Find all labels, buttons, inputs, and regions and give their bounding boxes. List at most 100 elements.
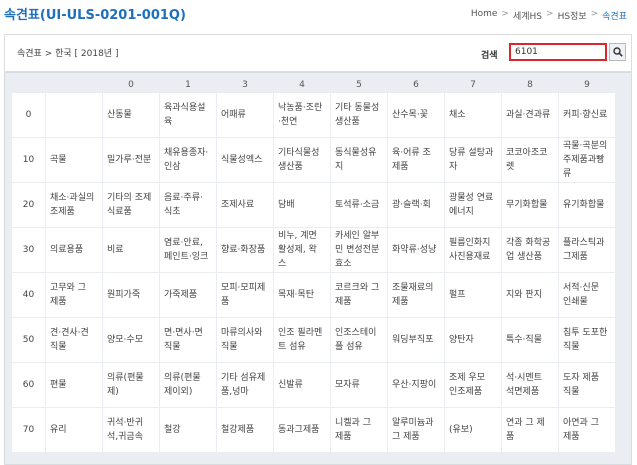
- hs-cell[interactable]: 과실·견과류: [502, 93, 558, 137]
- hs-cell[interactable]: 염료·안료, 페인트·잉크: [160, 228, 216, 272]
- hs-quick-table: 013456789 0 산동물 육과식용설 육 어패류 낙농품·조란 ·천연 기타 동물성…: [4, 72, 632, 465]
- hs-cell[interactable]: 어패류: [217, 93, 273, 137]
- hs-cell[interactable]: 아연과 그 제품: [559, 408, 615, 452]
- hs-cell[interactable]: 광·슬랙·회: [388, 183, 444, 227]
- location-path: 속견표 > 한국 [ 2018년 ]: [17, 49, 119, 59]
- hs-cell[interactable]: 의류(편물 제이외): [160, 363, 216, 407]
- hs-cell[interactable]: 산수목·꽃: [388, 93, 444, 137]
- hs-cell[interactable]: 목재·목탄: [274, 273, 330, 317]
- hs-cell[interactable]: 플라스틱과 그제품: [559, 228, 615, 272]
- hs-cell[interactable]: 각종 화학공 업 생산품: [502, 228, 558, 272]
- hs-cell[interactable]: 낙농품·조란 ·천연: [274, 93, 330, 137]
- hs-cell[interactable]: 식물성엑스: [217, 138, 273, 182]
- hs-cell[interactable]: 기타식물성 생산품: [274, 138, 330, 182]
- hs-cell[interactable]: 인조 필라멘 트 섬유: [274, 318, 330, 362]
- hs-cell[interactable]: 귀석·반귀 석,귀금속: [103, 408, 159, 452]
- column-header: 9: [559, 78, 615, 92]
- hs-cell[interactable]: 편물: [46, 363, 102, 407]
- hs-cell[interactable]: 기타의 조제 식료품: [103, 183, 159, 227]
- hs-cell[interactable]: 곡물: [46, 138, 102, 182]
- row-code: 10: [12, 138, 45, 182]
- breadcrumb: Home > 세계HS > HS정보 > 속견표: [471, 9, 627, 22]
- hs-cell[interactable]: 당류 설탕과 자: [445, 138, 501, 182]
- hs-cell[interactable]: 동식물성유 지: [331, 138, 387, 182]
- hs-cell[interactable]: 철강제품: [217, 408, 273, 452]
- hs-cell[interactable]: 워딩부직포: [388, 318, 444, 362]
- table-row: 10 곡물 밀가루·전분 채유용종자· 인삼 식물성엑스 기타식물성 생산품 동식물성유 지…: [12, 138, 615, 182]
- hs-cell[interactable]: 유리: [46, 408, 102, 452]
- hs-cell[interactable]: 카세인 알부 민 변성전분 효소: [331, 228, 387, 272]
- hs-cell[interactable]: 비료: [103, 228, 159, 272]
- hs-cell[interactable]: 육·어류 조 제품: [388, 138, 444, 182]
- hs-cell[interactable]: 의료용품: [46, 228, 102, 272]
- hs-cell[interactable]: 조제사료: [217, 183, 273, 227]
- hs-cell[interactable]: 가죽제품: [160, 273, 216, 317]
- hs-cell[interactable]: 조제 우모 인조제품: [445, 363, 501, 407]
- hs-cell[interactable]: 도자 제품 직물: [559, 363, 615, 407]
- hs-cell: [46, 93, 102, 137]
- hs-cell[interactable]: 마류의사와 직물: [217, 318, 273, 362]
- hs-cell[interactable]: 철강: [160, 408, 216, 452]
- hs-cell[interactable]: 커피·향신료: [559, 93, 615, 137]
- hs-cell[interactable]: 연과 그 제 품: [502, 408, 558, 452]
- search-button[interactable]: [609, 43, 626, 61]
- hs-cell[interactable]: 토석류·소금: [331, 183, 387, 227]
- hs-cell[interactable]: (유보): [445, 408, 501, 452]
- hs-cell[interactable]: 침투 도포한 직물: [559, 318, 615, 362]
- breadcrumb-world-hs[interactable]: 세계HS: [513, 9, 542, 22]
- hs-cell[interactable]: 육과식용설 육: [160, 93, 216, 137]
- row-code: 40: [12, 273, 45, 317]
- hs-cell[interactable]: 화약류·성냥: [388, 228, 444, 272]
- hs-cell[interactable]: 코르크와 그 제품: [331, 273, 387, 317]
- hs-cell[interactable]: 향료·화장품: [217, 228, 273, 272]
- hs-cell[interactable]: 양모·수모: [103, 318, 159, 362]
- column-header-blank: [46, 78, 102, 92]
- hs-cell[interactable]: 조물재료의 제품: [388, 273, 444, 317]
- table-row: 20 채소·과실의 조제품 기타의 조제 식료품 음료·주류· 식초 조제사료 담배 토석류…: [12, 183, 615, 227]
- hs-cell[interactable]: 동과그제품: [274, 408, 330, 452]
- hs-cell[interactable]: 니켈과 그 제품: [331, 408, 387, 452]
- hs-cell[interactable]: 필름인화지 사진용재료: [445, 228, 501, 272]
- table-row: 50 견·견사·견 직물 양모·수모 면·면사·면 직물 마류의사와 직물 인조 필라멘 …: [12, 318, 615, 362]
- hs-cell[interactable]: 밀가루·전분: [103, 138, 159, 182]
- hs-cell[interactable]: 서적·신문 인쇄물: [559, 273, 615, 317]
- hs-cell[interactable]: 펄프: [445, 273, 501, 317]
- hs-cell[interactable]: 우산·지팡이: [388, 363, 444, 407]
- hs-cell[interactable]: 원피가죽: [103, 273, 159, 317]
- hs-cell[interactable]: 의류(편물 제): [103, 363, 159, 407]
- hs-cell[interactable]: 고무와 그 제품: [46, 273, 102, 317]
- hs-cell[interactable]: 면·면사·면 직물: [160, 318, 216, 362]
- hs-cell[interactable]: 신발류: [274, 363, 330, 407]
- hs-cell[interactable]: 코코아조코 렛: [502, 138, 558, 182]
- hs-cell[interactable]: 기타 섬유제 품,넝마: [217, 363, 273, 407]
- hs-cell[interactable]: 기타 동물성 생산품: [331, 93, 387, 137]
- search-input[interactable]: [509, 43, 607, 61]
- hs-cell[interactable]: 모자류: [331, 363, 387, 407]
- hs-cell[interactable]: 양탄자: [445, 318, 501, 362]
- hs-cell[interactable]: 알루미늄과 그 제품: [388, 408, 444, 452]
- hs-cell[interactable]: 채소: [445, 93, 501, 137]
- hs-cell[interactable]: 비누, 계면 활성제, 왁 스: [274, 228, 330, 272]
- hs-cell[interactable]: 모피·모피제 품: [217, 273, 273, 317]
- hs-cell[interactable]: 채유용종자· 인삼: [160, 138, 216, 182]
- column-header: 5: [331, 78, 387, 92]
- hs-cell[interactable]: 채소·과실의 조제품: [46, 183, 102, 227]
- hs-cell[interactable]: 특수·직물: [502, 318, 558, 362]
- column-header: 1: [160, 78, 216, 92]
- breadcrumb-home[interactable]: Home: [471, 9, 498, 22]
- hs-cell[interactable]: 인조스테이 플 섬유: [331, 318, 387, 362]
- breadcrumb-hs-info[interactable]: HS정보: [558, 9, 587, 22]
- hs-cell[interactable]: 견·견사·견 직물: [46, 318, 102, 362]
- hs-cell[interactable]: 지와 판지: [502, 273, 558, 317]
- hs-cell[interactable]: 산동물: [103, 93, 159, 137]
- hs-cell[interactable]: 담배: [274, 183, 330, 227]
- breadcrumb-separator: >: [546, 9, 554, 19]
- hs-cell[interactable]: 음료·주류· 식초: [160, 183, 216, 227]
- hs-cell[interactable]: 유기화합물: [559, 183, 615, 227]
- hs-cell[interactable]: 무기화합물: [502, 183, 558, 227]
- page-title: 속견표(UI-ULS-0201-001Q): [4, 8, 186, 23]
- hs-cell[interactable]: 곡물·곡분의 주제품과빵 류: [559, 138, 615, 182]
- hs-cell[interactable]: 석·시멘트 석면제품: [502, 363, 558, 407]
- column-header-blank: [12, 78, 45, 92]
- hs-cell[interactable]: 광물성 연료 에너지: [445, 183, 501, 227]
